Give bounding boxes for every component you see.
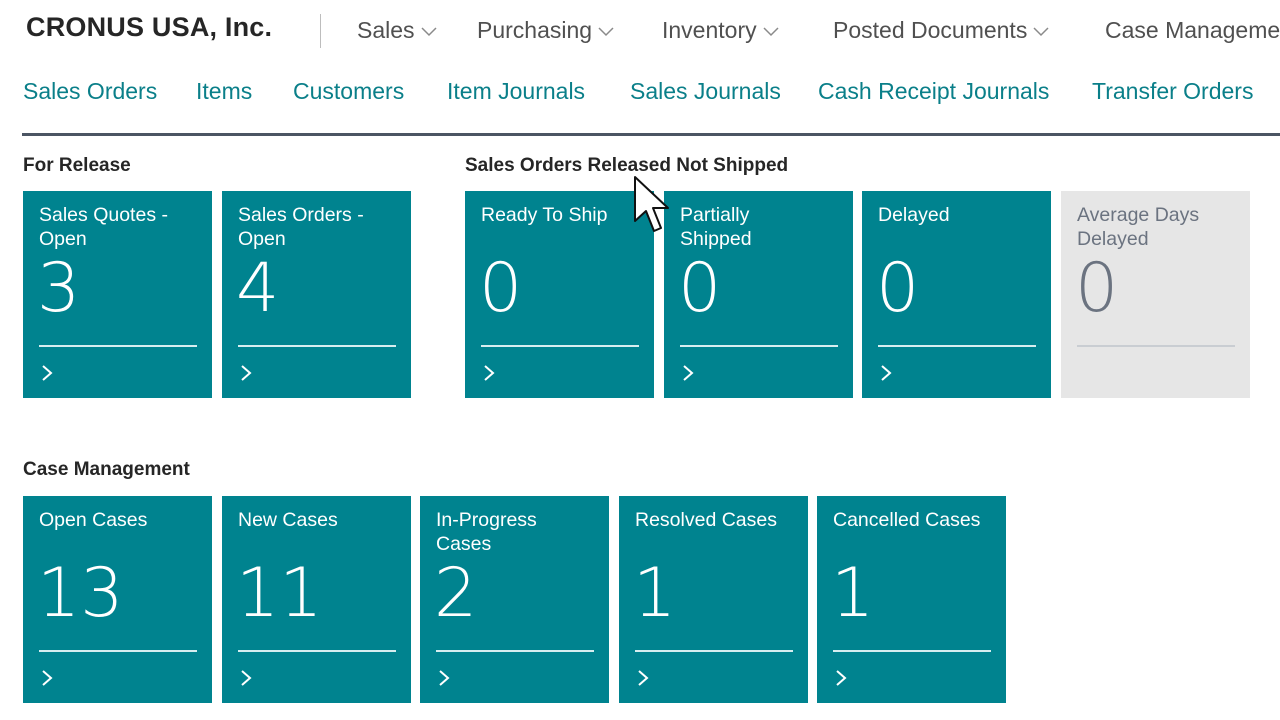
chevron-right-icon[interactable] xyxy=(483,364,495,382)
tile-divider xyxy=(238,345,396,347)
menu-inventory-label: Inventory xyxy=(662,17,757,43)
tile-divider xyxy=(238,650,396,652)
tile-value: 1 xyxy=(831,554,875,633)
tile-label: Sales Orders - Open xyxy=(238,204,364,250)
chevron-right-icon[interactable] xyxy=(41,364,53,382)
tile-resolved-cases[interactable]: Resolved Cases 1 xyxy=(619,496,808,703)
nav-link-item-journals[interactable]: Item Journals xyxy=(447,78,585,105)
tile-value: 0 xyxy=(678,249,722,328)
chevron-right-icon[interactable] xyxy=(240,364,252,382)
tile-divider xyxy=(481,345,639,347)
tile-label: Cancelled Cases xyxy=(833,509,981,531)
tile-sales-orders-open[interactable]: Sales Orders - Open 4 xyxy=(222,191,411,398)
chevron-right-icon[interactable] xyxy=(682,364,694,382)
tile-label: New Cases xyxy=(238,509,338,531)
group-title-released-not-shipped: Sales Orders Released Not Shipped xyxy=(465,155,789,176)
group-title-case-management: Case Management xyxy=(23,459,190,480)
menu-posted-documents-label: Posted Documents xyxy=(833,17,1028,43)
tile-value: 0 xyxy=(1075,249,1119,328)
tile-divider xyxy=(39,345,197,347)
tile-label: Average Days Delayed xyxy=(1077,204,1200,250)
tile-label: Resolved Cases xyxy=(635,509,777,531)
menu-case-management-label: Case Manageme xyxy=(1105,17,1280,43)
tile-sales-quotes-open[interactable]: Sales Quotes - Open 3 xyxy=(23,191,212,398)
menu-sales[interactable]: Sales xyxy=(357,17,437,44)
tile-label: Ready To Ship xyxy=(481,204,608,226)
menu-posted-documents[interactable]: Posted Documents xyxy=(833,17,1049,44)
nav-link-sales-journals[interactable]: Sales Journals xyxy=(630,78,781,105)
tile-divider xyxy=(39,650,197,652)
menu-sales-label: Sales xyxy=(357,17,415,43)
tile-label: Partially Shipped xyxy=(680,204,752,250)
tile-value: 13 xyxy=(37,554,124,633)
nav-link-cash-receipt-journals[interactable]: Cash Receipt Journals xyxy=(818,78,1049,105)
tile-cancelled-cases[interactable]: Cancelled Cases 1 xyxy=(817,496,1006,703)
chevron-down-icon xyxy=(763,27,779,36)
top-bar: CRONUS USA, Inc. Sales Purchasing Invent… xyxy=(0,0,1280,62)
menu-case-management[interactable]: Case Manageme xyxy=(1105,17,1280,44)
tile-in-progress-cases[interactable]: In-Progress Cases 2 xyxy=(420,496,609,703)
chevron-down-icon xyxy=(598,27,614,36)
chevron-down-icon xyxy=(1033,27,1049,36)
tile-ready-to-ship[interactable]: Ready To Ship 0 xyxy=(465,191,654,398)
nav-link-items[interactable]: Items xyxy=(196,78,252,105)
chevron-right-icon[interactable] xyxy=(637,669,649,687)
tile-label: Delayed xyxy=(878,204,950,226)
tile-partially-shipped[interactable]: Partially Shipped 0 xyxy=(664,191,853,398)
tile-value: 1 xyxy=(633,554,677,633)
chevron-right-icon[interactable] xyxy=(240,669,252,687)
tile-value: 2 xyxy=(434,554,478,633)
tile-value: 0 xyxy=(479,249,523,328)
role-center-page: CRONUS USA, Inc. Sales Purchasing Invent… xyxy=(0,0,1280,720)
nav-divider xyxy=(22,133,1280,136)
header-separator xyxy=(320,14,321,48)
tile-divider xyxy=(436,650,594,652)
tile-divider xyxy=(680,345,838,347)
tile-new-cases[interactable]: New Cases 11 xyxy=(222,496,411,703)
chevron-right-icon[interactable] xyxy=(880,364,892,382)
tile-average-days-delayed: Average Days Delayed 0 xyxy=(1061,191,1250,398)
nav-link-sales-orders[interactable]: Sales Orders xyxy=(23,78,157,105)
chevron-down-icon xyxy=(421,27,437,36)
tile-label: Open Cases xyxy=(39,509,148,531)
tile-divider xyxy=(878,345,1036,347)
chevron-right-icon[interactable] xyxy=(835,669,847,687)
tile-label: Sales Quotes - Open xyxy=(39,204,168,250)
tile-value: 0 xyxy=(876,249,920,328)
menu-purchasing-label: Purchasing xyxy=(477,17,593,43)
tile-value: 11 xyxy=(236,554,323,633)
menu-purchasing[interactable]: Purchasing xyxy=(477,17,614,44)
tile-value: 3 xyxy=(37,249,81,328)
tile-delayed[interactable]: Delayed 0 xyxy=(862,191,1051,398)
menu-inventory[interactable]: Inventory xyxy=(662,17,779,44)
nav-link-customers[interactable]: Customers xyxy=(293,78,404,105)
tile-value: 4 xyxy=(236,249,280,328)
chevron-right-icon[interactable] xyxy=(438,669,450,687)
group-title-for-release: For Release xyxy=(23,155,131,176)
tile-divider xyxy=(635,650,793,652)
tile-divider xyxy=(1077,345,1235,347)
tile-label: In-Progress Cases xyxy=(436,509,537,555)
tile-divider xyxy=(833,650,991,652)
chevron-right-icon[interactable] xyxy=(41,669,53,687)
tile-open-cases[interactable]: Open Cases 13 xyxy=(23,496,212,703)
company-name[interactable]: CRONUS USA, Inc. xyxy=(26,12,272,43)
nav-link-transfer-orders[interactable]: Transfer Orders xyxy=(1092,78,1253,105)
